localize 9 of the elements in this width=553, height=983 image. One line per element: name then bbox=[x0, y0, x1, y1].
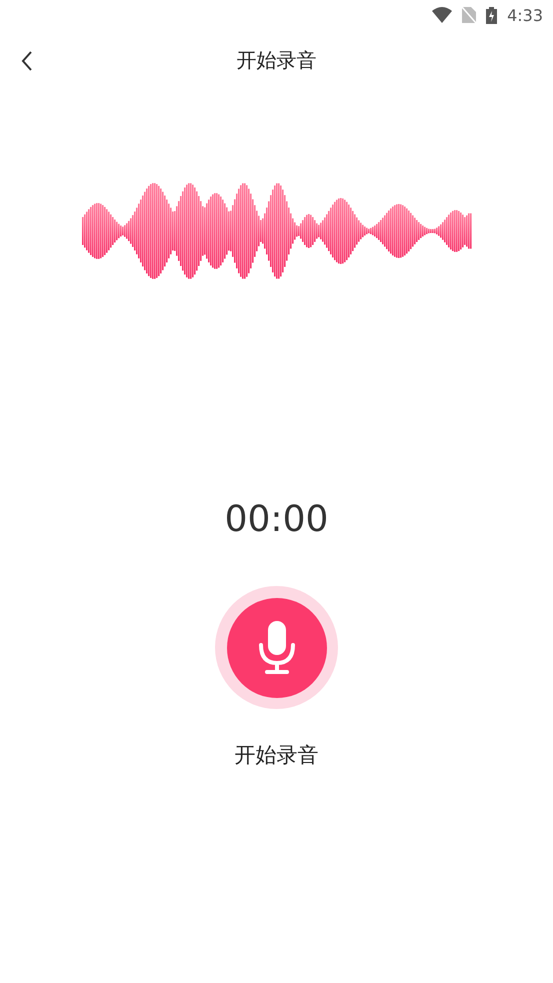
no-sim-icon bbox=[462, 7, 476, 23]
back-icon[interactable] bbox=[20, 50, 34, 72]
timer-display: 00:00 bbox=[224, 499, 328, 540]
battery-charging-icon bbox=[486, 6, 498, 24]
microphone-icon bbox=[256, 620, 296, 674]
record-label: 开始录音 bbox=[234, 742, 318, 769]
page-title: 开始录音 bbox=[236, 46, 316, 74]
status-time: 4:33 bbox=[507, 6, 543, 24]
wifi-icon bbox=[432, 7, 452, 23]
